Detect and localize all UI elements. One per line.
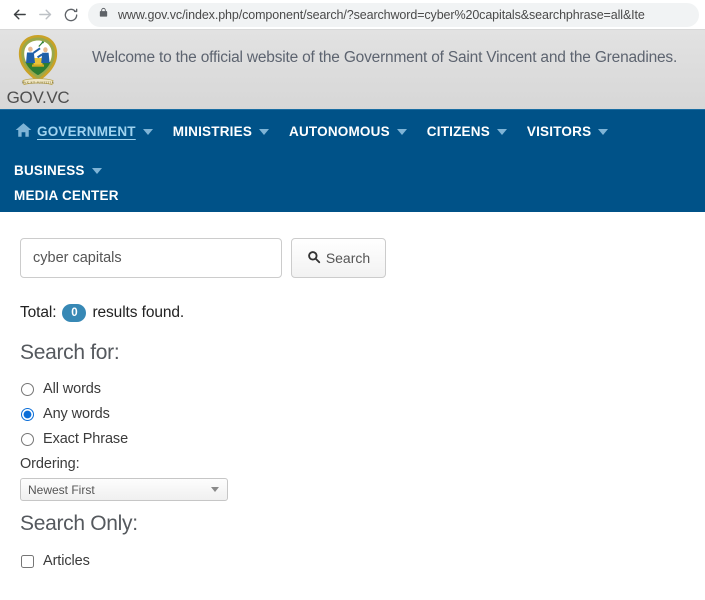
- radio-any-words[interactable]: Any words: [20, 406, 685, 422]
- nav-label: VISITORS: [526, 124, 592, 139]
- nav-item-government[interactable]: GOVERNMENT: [4, 110, 163, 152]
- reload-button[interactable]: [58, 3, 84, 27]
- url-text: www.gov.vc/index.php/component/search/?s…: [118, 7, 645, 22]
- search-for-title: Search for:: [20, 341, 120, 364]
- nav-item-citizens[interactable]: CITIZENS: [417, 113, 517, 149]
- search-only-title: Search Only:: [20, 512, 138, 535]
- nav-item-ministries[interactable]: MINISTRIES: [163, 113, 279, 149]
- nav-label: CITIZENS: [426, 124, 490, 139]
- back-button[interactable]: [6, 3, 32, 27]
- reload-icon: [63, 7, 79, 23]
- radio-all-words[interactable]: All words: [20, 381, 685, 397]
- results-total: Total: 0 results found.: [20, 304, 685, 322]
- nav-label: MINISTRIES: [172, 124, 253, 139]
- nav-label: BUSINESS: [14, 163, 85, 178]
- arrow-right-icon: [37, 6, 54, 23]
- radio-exact-phrase-label: Exact Phrase: [43, 431, 129, 447]
- nav-label: GOVERNMENT: [37, 124, 136, 139]
- address-bar[interactable]: www.gov.vc/index.php/component/search/?s…: [88, 2, 699, 27]
- brand-name: GOV.VC: [6, 88, 70, 107]
- ordering-label: Ordering:: [20, 456, 80, 472]
- chevron-down-icon: [91, 167, 102, 174]
- nav-item-autonomous[interactable]: AUTONOMOUS: [279, 113, 417, 149]
- radio-all-words-input[interactable]: [21, 382, 34, 396]
- arrow-left-icon: [11, 6, 28, 23]
- radio-all-words-label: All words: [43, 381, 101, 397]
- search-button[interactable]: Search: [291, 238, 386, 278]
- search-icon: [307, 250, 321, 267]
- nav-item-visitors[interactable]: VISITORS: [517, 113, 618, 149]
- svg-text:PAX ET JUSTITIA: PAX ET JUSTITIA: [22, 80, 55, 84]
- radio-exact-phrase[interactable]: Exact Phrase: [20, 431, 685, 447]
- main-navigation: GOVERNMENT MINISTRIES AUTONOMOUS CITIZEN…: [0, 109, 705, 212]
- search-page-content: Search Total: 0 results found. Search fo…: [0, 212, 705, 569]
- checkbox-articles-input[interactable]: [21, 554, 34, 568]
- checkbox-articles[interactable]: Articles: [20, 553, 685, 569]
- nav-item-media-center[interactable]: MEDIA CENTER: [4, 188, 129, 203]
- nav-item-business[interactable]: BUSINESS: [4, 152, 112, 188]
- nav-label: AUTONOMOUS: [289, 124, 390, 139]
- nav-row-secondary: MEDIA CENTER: [0, 188, 705, 212]
- radio-any-words-input[interactable]: [21, 407, 34, 421]
- chevron-down-icon: [598, 128, 609, 135]
- site-brand[interactable]: PAX ET JUSTITIA GOV.VC: [0, 30, 70, 107]
- radio-exact-phrase-input[interactable]: [21, 432, 34, 446]
- search-for-options: All words Any words Exact Phrase: [20, 381, 685, 447]
- forward-button[interactable]: [32, 3, 58, 27]
- chevron-down-icon: [259, 128, 270, 135]
- ordering-select-wrapper: Newest First Oldest First Most Popular A…: [20, 478, 228, 501]
- welcome-message: Welcome to the official website of the G…: [92, 49, 678, 66]
- chevron-down-icon: [142, 128, 153, 135]
- browser-toolbar: www.gov.vc/index.php/component/search/?s…: [0, 0, 705, 30]
- search-form: Search: [20, 238, 685, 278]
- search-only-options: Articles: [20, 553, 685, 569]
- lock-icon: [98, 6, 109, 24]
- chevron-down-icon: [496, 128, 507, 135]
- radio-any-words-label: Any words: [43, 406, 110, 422]
- search-input[interactable]: [20, 238, 282, 278]
- nav-label: MEDIA CENTER: [14, 188, 119, 203]
- nav-row-primary: GOVERNMENT MINISTRIES AUTONOMOUS CITIZEN…: [0, 110, 705, 188]
- total-suffix: results found.: [92, 304, 185, 321]
- results-count-badge: 0: [62, 304, 87, 322]
- chevron-down-icon: [396, 128, 407, 135]
- ordering-select[interactable]: Newest First Oldest First Most Popular A…: [20, 478, 228, 501]
- coat-of-arms-icon: PAX ET JUSTITIA: [14, 33, 62, 91]
- site-header: PAX ET JUSTITIA GOV.VC Welcome to the of…: [0, 30, 705, 109]
- checkbox-articles-label: Articles: [43, 553, 90, 569]
- total-prefix: Total:: [20, 304, 57, 321]
- search-button-label: Search: [325, 250, 371, 266]
- home-icon: [14, 121, 33, 142]
